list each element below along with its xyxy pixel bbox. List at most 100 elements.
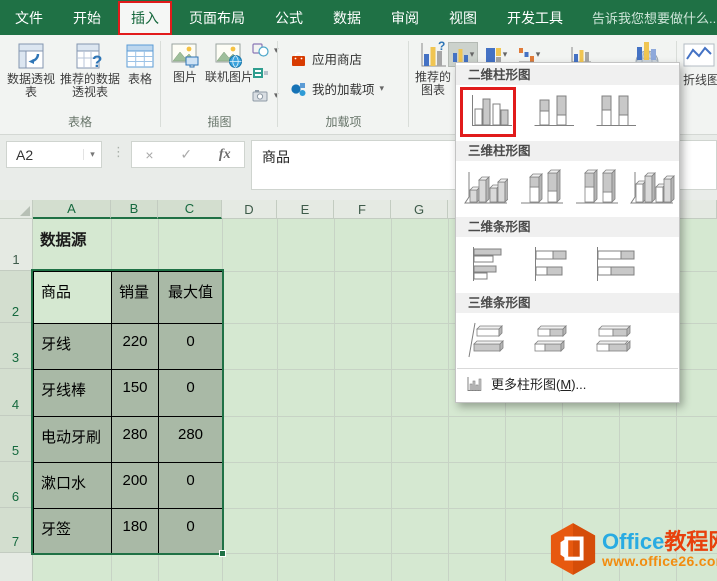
cell-b6[interactable]: 200 [112, 463, 159, 509]
data-table: 商品 销量 最大值 牙线 220 0 牙线棒 150 0 电动牙刷 280 28… [33, 271, 222, 553]
cancel-button[interactable]: × [145, 147, 153, 163]
cell-c5[interactable]: 280 [159, 417, 223, 463]
tab-formulas[interactable]: 公式 [260, 1, 318, 35]
cell-a7[interactable]: 牙签 [34, 509, 112, 554]
insert-hierarchy-chart-caret-icon: ▾ [503, 50, 508, 59]
row-header-1[interactable]: 1 [0, 219, 33, 271]
chart-type-3d-clustered-bar[interactable] [464, 318, 516, 362]
col-header-a[interactable]: A [33, 200, 111, 219]
tab-developer[interactable]: 开发工具 [492, 1, 578, 35]
cell-b7[interactable]: 180 [112, 509, 159, 554]
select-all-button[interactable] [0, 200, 33, 219]
formula-bar-grip[interactable]: ⋮ [112, 144, 125, 160]
more-column-charts-label: 更多柱形图(M)... [491, 374, 586, 393]
chart-type-3d-stacked-column[interactable] [516, 166, 566, 210]
name-box[interactable]: A2 ▾ [6, 141, 102, 168]
watermark-url: www.office26.com [602, 553, 717, 569]
cell-b3[interactable]: 220 [112, 324, 159, 370]
my-addins-button[interactable]: 我的加载项 ▾ [290, 79, 384, 98]
chart-type-3d-100-stacked-column[interactable] [572, 166, 622, 210]
gridline [391, 219, 392, 581]
smartart-button[interactable] [252, 66, 269, 80]
tab-data[interactable]: 数据 [318, 1, 376, 35]
screenshot-icon [252, 89, 269, 102]
watermark-brand-red: 教程网 [664, 529, 717, 554]
insert-function-button[interactable]: fx [219, 147, 231, 163]
cell-a4[interactable]: 牙线棒 [34, 370, 112, 417]
screenshot-button[interactable]: ▾ [252, 89, 279, 102]
sparkline-line-label: 折线图 [683, 74, 717, 87]
row-header-4[interactable]: 4 [0, 369, 33, 416]
row-header-7[interactable]: 7 [0, 508, 33, 553]
pictures-button[interactable]: 图片 [167, 40, 203, 84]
store-button[interactable]: 应用商店 [290, 49, 362, 68]
cell-c4[interactable]: 0 [159, 370, 223, 417]
tab-view[interactable]: 视图 [434, 1, 492, 35]
3d-stacked-bar-icon [529, 321, 575, 359]
chart-type-3d-clustered-column[interactable] [460, 166, 510, 210]
chart-type-clustered-column[interactable] [464, 90, 516, 134]
col-header-g[interactable]: G [391, 200, 448, 219]
cell-a5[interactable]: 电动牙刷 [34, 417, 112, 463]
chart-type-100-stacked-column[interactable] [588, 90, 640, 134]
recommended-pivottables-label: 推荐的数据透视表 [59, 73, 121, 99]
3d-stacked-column-icon [518, 169, 564, 207]
dropdown-row-2d-bar [456, 237, 679, 289]
cell-b5[interactable]: 280 [112, 417, 159, 463]
cell-c2[interactable]: 最大值 [159, 272, 223, 324]
cell-b4[interactable]: 150 [112, 370, 159, 417]
clustered-bar-icon [467, 245, 513, 283]
table-button[interactable]: 表格 [122, 40, 158, 86]
tab-file[interactable]: 文件 [0, 1, 58, 35]
row-header-6[interactable]: 6 [0, 462, 33, 508]
chart-type-clustered-bar[interactable] [464, 242, 516, 286]
cell-a6[interactable]: 漱口水 [34, 463, 112, 509]
dropdown-row-3d-column [456, 161, 679, 213]
row-header-2[interactable]: 2 [0, 271, 33, 323]
col-header-d[interactable]: D [222, 200, 277, 219]
recommended-pivottables-button[interactable]: ? 推荐的数据透视表 [59, 40, 121, 99]
tell-me-box[interactable]: 告诉我您想要做什么... [586, 8, 717, 27]
3d-clustered-column-icon [462, 169, 508, 207]
insert-waterfall-chart-caret-icon: ▾ [536, 50, 541, 59]
tab-home[interactable]: 开始 [58, 1, 116, 35]
more-column-charts-item[interactable]: 更多柱形图(M)... [456, 369, 679, 398]
cell-c7[interactable]: 0 [159, 509, 223, 554]
ribbon-tab-bar: 文件 开始 插入 页面布局 公式 数据 审阅 视图 开发工具 告诉我您想要做什么… [0, 0, 717, 35]
cell-a2-active[interactable]: 商品 [34, 272, 112, 324]
row-header-3[interactable]: 3 [0, 323, 33, 369]
chart-type-3d-stacked-bar[interactable] [526, 318, 578, 362]
tab-page-layout[interactable]: 页面布局 [174, 1, 260, 35]
chart-type-3d-column[interactable] [627, 166, 677, 210]
group-label-illustrations: 插图 [162, 113, 277, 130]
cell-c3[interactable]: 0 [159, 324, 223, 370]
insert-waterfall-chart-icon [518, 47, 535, 63]
cell-c6[interactable]: 0 [159, 463, 223, 509]
shapes-button[interactable]: ▾ [252, 43, 279, 57]
cell-a3[interactable]: 牙线 [34, 324, 112, 370]
enter-button[interactable]: ✓ [180, 146, 192, 163]
3d-column-icon [629, 169, 675, 207]
row-header-5[interactable]: 5 [0, 416, 33, 462]
table-label: 表格 [122, 73, 158, 86]
cell-a1-title[interactable]: 数据源 [40, 228, 87, 250]
group-label-tables: 表格 [0, 113, 160, 130]
col-header-e[interactable]: E [277, 200, 334, 219]
online-pictures-button[interactable]: 联机图片 [204, 40, 254, 84]
pivottable-button[interactable]: 数据透视表 [4, 40, 58, 99]
cell-b2[interactable]: 销量 [112, 272, 159, 324]
tab-insert[interactable]: 插入 [118, 1, 172, 35]
section-title-3d-column: 三维柱形图 [456, 141, 679, 161]
col-header-b[interactable]: B [111, 200, 158, 219]
chart-type-100-stacked-bar[interactable] [588, 242, 640, 286]
row-header-8-partial[interactable] [0, 553, 33, 581]
col-header-f[interactable]: F [334, 200, 391, 219]
chart-type-stacked-column[interactable] [526, 90, 578, 134]
smartart-icon [252, 66, 269, 80]
tab-review[interactable]: 审阅 [376, 1, 434, 35]
chart-type-stacked-bar[interactable] [526, 242, 578, 286]
sparkline-line-button[interactable]: 折线图 [683, 43, 717, 87]
chart-type-3d-100-stacked-bar[interactable] [588, 318, 640, 362]
col-header-c[interactable]: C [158, 200, 222, 219]
recommended-charts-label: 推荐的图表 [410, 71, 456, 97]
